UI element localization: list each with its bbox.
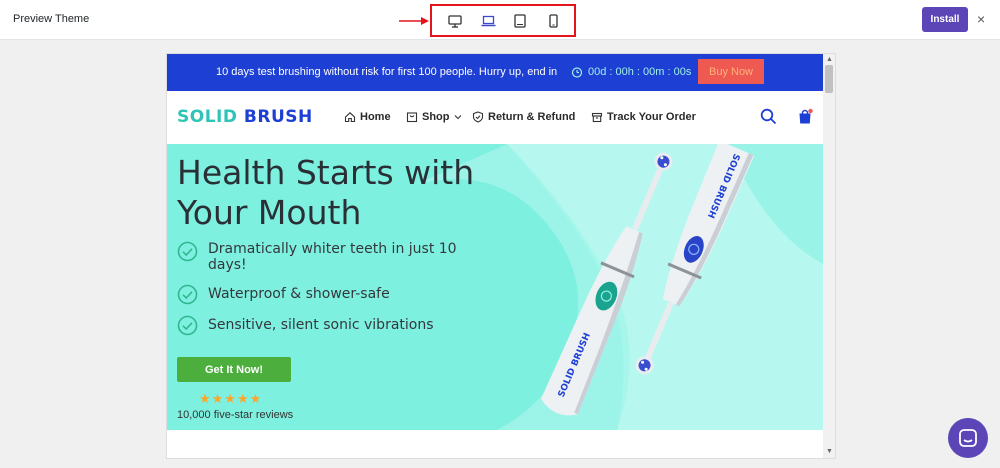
home-icon: [344, 112, 356, 123]
shield-icon: [472, 111, 484, 123]
hero-title: Health Starts with Your Mouth: [177, 153, 475, 232]
install-button[interactable]: Install: [922, 7, 968, 32]
feature-text: Waterproof & shower-safe: [208, 286, 390, 302]
announcement-message: 10 days test brushing without risk for f…: [216, 66, 558, 78]
chat-launcher-button[interactable]: [948, 418, 988, 458]
box-icon: [591, 112, 603, 123]
nav-track-order[interactable]: Track Your Order: [591, 111, 696, 123]
theme-preview-frame: 10 days test brushing without risk for f…: [166, 53, 836, 459]
feature-text: Sensitive, silent sonic vibrations: [208, 317, 434, 333]
feature-item: Dramatically whiter teeth in just 10 day…: [177, 241, 458, 273]
mobile-view-button[interactable]: [542, 12, 564, 30]
search-icon[interactable]: [760, 108, 777, 125]
logo-part-solid: SOLID: [177, 107, 238, 127]
device-switcher: [430, 4, 576, 37]
hero-banner: SOLID BRUSH SOLID BRUSH Health Starts wi…: [167, 144, 823, 430]
nav-return-refund-label: Return & Refund: [488, 111, 576, 123]
chat-icon: [959, 429, 977, 447]
feature-item: Sensitive, silent sonic vibrations: [177, 315, 458, 336]
red-arrow-annotation: [399, 17, 429, 25]
check-circle-icon: [177, 284, 198, 305]
laptop-icon: [481, 15, 495, 27]
logo-part-brush: BRUSH: [243, 107, 313, 127]
check-circle-icon: [177, 315, 198, 336]
feature-text: Dramatically whiter teeth in just 10 day…: [208, 241, 457, 273]
scroll-down-arrow-icon[interactable]: ▼: [826, 448, 833, 455]
check-circle-icon: [177, 241, 198, 262]
nav-shop[interactable]: Shop: [406, 111, 462, 123]
scroll-up-arrow-icon[interactable]: ▲: [826, 56, 833, 63]
countdown-timer: 00d : 00h : 00m : 00s: [588, 66, 692, 78]
review-count: 10,000 five-star reviews: [177, 409, 294, 421]
preview-scrollbar[interactable]: ▲ ▼: [823, 54, 835, 458]
nav-track-order-label: Track Your Order: [607, 111, 696, 123]
get-it-now-button[interactable]: Get It Now!: [177, 357, 291, 382]
mobile-icon: [548, 14, 558, 28]
nav-shop-label: Shop: [422, 111, 450, 123]
desktop-icon: [448, 14, 462, 28]
nav-return-refund[interactable]: Return & Refund: [472, 111, 575, 123]
site-header: SOLID BRUSH Home Shop Return & Refund Tr…: [167, 91, 823, 144]
nav-home-label: Home: [360, 111, 391, 123]
desktop-view-button[interactable]: [444, 12, 466, 30]
close-icon[interactable]: ×: [977, 12, 985, 26]
preview-title: Preview Theme: [13, 13, 90, 25]
shop-icon: [406, 112, 418, 123]
announcement-bar: 10 days test brushing without risk for f…: [167, 54, 823, 91]
timer-icon: [571, 67, 583, 78]
feature-item: Waterproof & shower-safe: [177, 284, 458, 305]
site-logo[interactable]: SOLID BRUSH: [177, 107, 313, 127]
tablet-view-button[interactable]: [509, 12, 531, 30]
preview-toolbar: Preview Theme Install ×: [0, 0, 1000, 40]
chevron-down-icon: [454, 115, 461, 120]
buy-now-button[interactable]: Buy Now: [698, 59, 764, 84]
tablet-icon: [514, 14, 526, 28]
shopping-bag-icon[interactable]: [797, 108, 813, 125]
laptop-view-button[interactable]: [477, 12, 499, 30]
nav-home[interactable]: Home: [344, 111, 391, 123]
rating-stars: ★★★★★: [199, 391, 263, 406]
scrollbar-thumb[interactable]: [825, 65, 833, 93]
